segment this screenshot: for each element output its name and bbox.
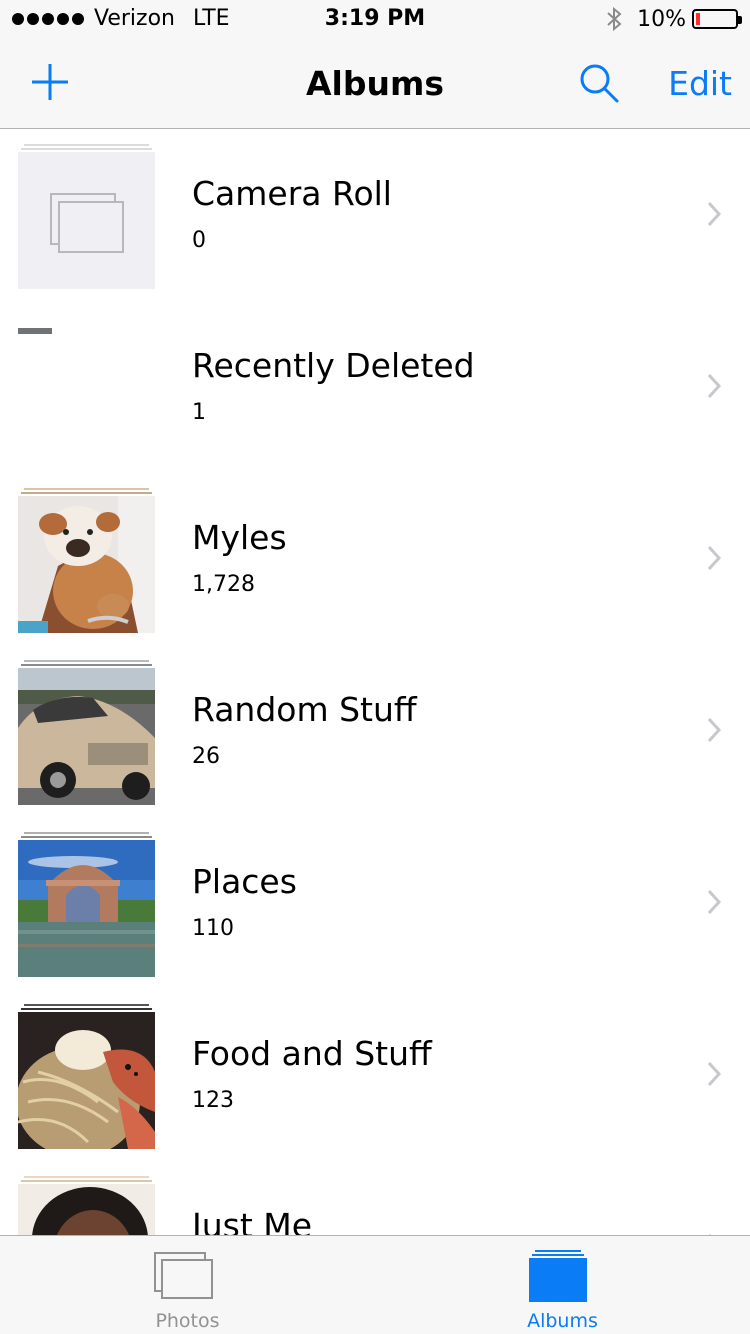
albums-tab-icon bbox=[529, 1250, 587, 1302]
album-name: Recently Deleted bbox=[192, 346, 475, 385]
album-list[interactable]: Camera Roll 0 Recently Deleted 1 Myles 1… bbox=[0, 130, 750, 1235]
album-thumbnail-stack bbox=[18, 140, 155, 290]
domed-building-thumbnail bbox=[18, 840, 155, 977]
album-name: Myles bbox=[192, 518, 287, 557]
album-count: 0 bbox=[192, 228, 206, 253]
chevron-right-icon bbox=[707, 373, 722, 399]
album-row-places[interactable]: Places 110 bbox=[0, 818, 750, 990]
edit-button[interactable]: Edit bbox=[668, 64, 732, 103]
portrait-thumbnail bbox=[18, 1184, 155, 1235]
chevron-right-icon bbox=[707, 889, 722, 915]
album-count: 1,728 bbox=[192, 572, 255, 597]
album-thumbnail-stack bbox=[18, 1172, 155, 1235]
album-name: Camera Roll bbox=[192, 174, 392, 213]
chevron-right-icon bbox=[707, 201, 722, 227]
battery-icon bbox=[692, 9, 742, 29]
photos-placeholder-icon bbox=[50, 193, 124, 253]
page-title: Albums bbox=[306, 64, 444, 103]
battery-percent: 10% bbox=[637, 6, 686, 32]
album-count: 110 bbox=[192, 916, 234, 941]
navigation-bar: Albums Edit bbox=[0, 40, 750, 129]
empty-album-thumbnail bbox=[18, 152, 155, 289]
album-thumbnail-stack bbox=[18, 656, 155, 806]
tab-label: Albums bbox=[527, 1310, 598, 1332]
album-name: Random Stuff bbox=[192, 690, 417, 729]
album-count: 26 bbox=[192, 744, 220, 769]
photos-tab-icon bbox=[154, 1252, 213, 1299]
album-count: 123 bbox=[192, 1088, 234, 1113]
album-name: Food and Stuff bbox=[192, 1034, 432, 1073]
album-name: Just Me bbox=[192, 1206, 313, 1235]
status-bar: Verizon LTE 3:19 PM 10% bbox=[0, 0, 750, 40]
album-name: Places bbox=[192, 862, 297, 901]
bulldog-puppy-thumbnail bbox=[18, 496, 155, 633]
album-thumbnail-stack bbox=[18, 828, 155, 978]
album-row-camera-roll[interactable]: Camera Roll 0 bbox=[0, 130, 750, 302]
silver-car-thumbnail bbox=[18, 668, 155, 805]
chevron-right-icon bbox=[707, 545, 722, 571]
food-thumbnail bbox=[18, 1012, 155, 1149]
album-row-food-and-stuff[interactable]: Food and Stuff 123 bbox=[0, 990, 750, 1162]
bluetooth-icon bbox=[607, 6, 622, 32]
album-thumbnail-stack bbox=[18, 1000, 155, 1150]
status-right: 10% bbox=[603, 6, 742, 32]
tab-bar: Photos Albums bbox=[0, 1235, 750, 1334]
album-count: 1 bbox=[192, 400, 206, 425]
album-row-random-stuff[interactable]: Random Stuff 26 bbox=[0, 646, 750, 818]
tab-photos[interactable]: Photos bbox=[0, 1236, 375, 1334]
album-thumbnail-stack bbox=[18, 484, 155, 634]
chevron-right-icon bbox=[707, 717, 722, 743]
album-thumbnail-stack bbox=[18, 312, 155, 462]
tab-albums[interactable]: Albums bbox=[375, 1236, 750, 1334]
album-row-myles[interactable]: Myles 1,728 bbox=[0, 474, 750, 646]
tab-label: Photos bbox=[155, 1310, 220, 1332]
album-row-recently-deleted[interactable]: Recently Deleted 1 bbox=[0, 302, 750, 474]
album-row-just-me[interactable]: Just Me bbox=[0, 1162, 750, 1235]
search-icon[interactable] bbox=[578, 62, 620, 104]
chevron-right-icon bbox=[707, 1061, 722, 1087]
